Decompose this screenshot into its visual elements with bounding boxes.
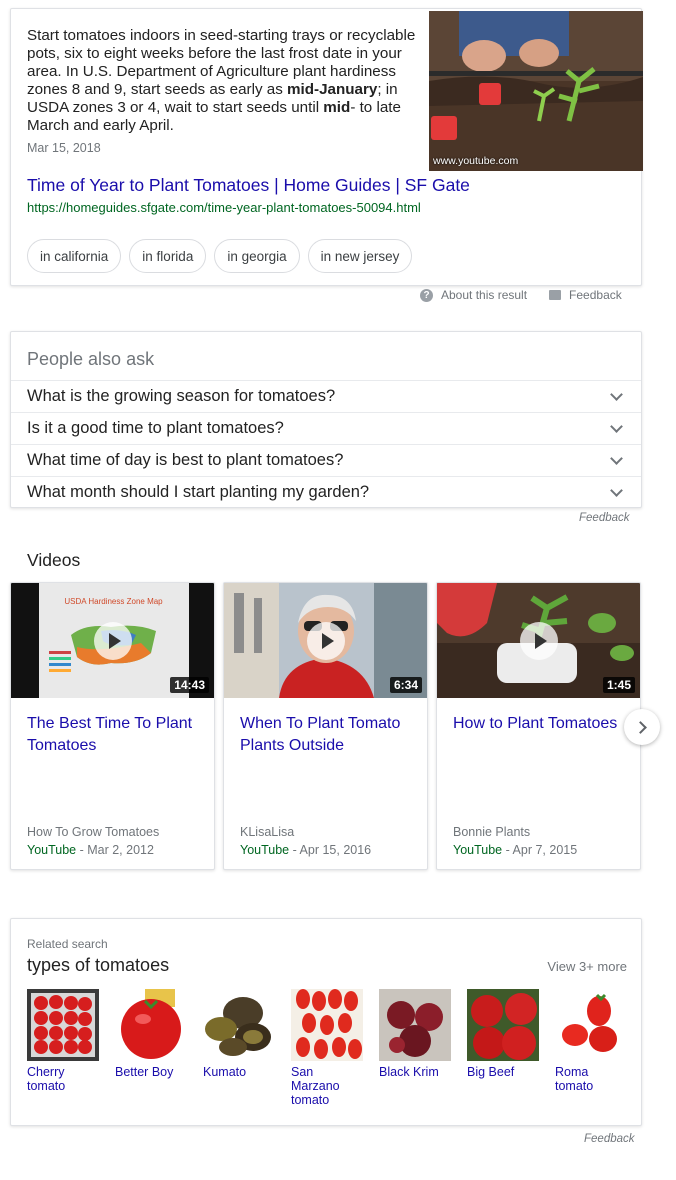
video-duration: 6:34 — [389, 677, 422, 693]
feedback-label: Feedback — [569, 288, 622, 302]
snippet-text: Start tomatoes indoors in seed-starting … — [27, 27, 417, 135]
video-meta: YouTube - Apr 7, 2015 — [453, 843, 577, 857]
videos-heading: Videos — [27, 550, 81, 570]
video-thumbnail: 1:45 — [437, 583, 640, 698]
related-item-name: Kumato — [203, 1065, 247, 1079]
related-item[interactable]: Better Boy — [115, 989, 187, 1107]
related-search: Related search types of tomatoes View 3+… — [10, 918, 642, 1126]
related-item-name: San Marzano tomato — [291, 1065, 340, 1107]
video-source: YouTube — [453, 843, 503, 857]
video-source: YouTube — [27, 843, 77, 857]
paa-question-text: What month should I start planting my ga… — [27, 483, 370, 501]
big-beef-image — [467, 989, 539, 1061]
video-meta: YouTube - Mar 2, 2012 — [27, 843, 154, 857]
view-more-link[interactable]: View 3+ more — [547, 959, 627, 974]
chevron-down-icon — [610, 451, 623, 465]
featured-snippet: Start tomatoes indoors in seed-starting … — [10, 8, 643, 286]
related-feedback-link[interactable]: Feedback — [584, 1133, 635, 1145]
san-marzano-image — [291, 989, 363, 1061]
carousel-next-button[interactable] — [624, 709, 660, 745]
video-card[interactable]: 6:34 When To Plant Tomato Plants Outside… — [223, 582, 428, 870]
roma-tomato-image — [555, 989, 627, 1061]
people-also-ask: People also ask What is the growing seas… — [10, 331, 642, 508]
related-item[interactable]: Roma tomato — [555, 989, 627, 1107]
video-card[interactable]: 1:45 How to Plant Tomatoes Bonnie Plants… — [436, 582, 641, 870]
cherry-tomato-image — [27, 989, 99, 1061]
paa-question-text: What is the growing season for tomatoes? — [27, 387, 336, 405]
paa-question[interactable]: What is the growing season for tomatoes? — [11, 380, 641, 412]
video-source: YouTube — [240, 843, 290, 857]
chip-california[interactable]: in california — [27, 239, 122, 273]
chip-new-jersey[interactable]: in new jersey — [307, 239, 413, 273]
related-item-name: Roma tomato — [555, 1065, 594, 1093]
related-items: Cherry tomato Better Boy Kumato San Marz… — [27, 989, 627, 1107]
paa-question[interactable]: What month should I start planting my ga… — [11, 476, 641, 508]
about-result-label: About this result — [441, 288, 528, 302]
related-item-name: Black Krim — [379, 1065, 439, 1079]
help-icon: ? — [420, 288, 433, 302]
kumato-image — [203, 989, 275, 1061]
video-title[interactable]: How to Plant Tomatoes — [453, 713, 633, 735]
video-duration: 1:45 — [602, 677, 635, 693]
black-krim-image — [379, 989, 451, 1061]
video-card[interactable]: USDA Hardiness Zone Map 14:43 The Best T… — [10, 582, 215, 870]
paa-feedback-link[interactable]: Feedback — [579, 512, 630, 524]
feedback-icon — [549, 290, 562, 300]
related-item-name: Better Boy — [115, 1065, 174, 1079]
chip-georgia[interactable]: in georgia — [214, 239, 300, 273]
refinement-chips: in california in florida in georgia in n… — [27, 239, 413, 273]
paa-question-text: Is it a good time to plant tomatoes? — [27, 419, 284, 437]
paa-title: People also ask — [27, 349, 155, 369]
video-channel: KLisaLisa — [240, 825, 295, 839]
related-item[interactable]: San Marzano tomato — [291, 989, 363, 1107]
related-search-label: Related search — [27, 937, 108, 951]
play-icon — [519, 621, 558, 660]
video-title[interactable]: When To Plant Tomato Plants Outside — [240, 713, 420, 757]
video-duration: 14:43 — [170, 677, 209, 693]
better-boy-image — [115, 989, 187, 1061]
related-item[interactable]: Black Krim — [379, 989, 451, 1107]
chevron-down-icon — [610, 387, 623, 401]
video-channel: Bonnie Plants — [453, 825, 531, 839]
related-item-name: Big Beef — [467, 1065, 515, 1079]
snippet-text-bold: mid-January — [287, 81, 378, 98]
result-actions: ? About this result Feedback — [420, 288, 622, 302]
feedback-button[interactable]: Feedback — [549, 288, 622, 302]
related-item[interactable]: Kumato — [203, 989, 275, 1107]
play-icon — [306, 621, 345, 660]
chevron-down-icon — [610, 483, 623, 497]
video-meta: YouTube - Apr 15, 2016 — [240, 843, 371, 857]
paa-list: What is the growing season for tomatoes?… — [11, 380, 641, 508]
video-date: - Apr 15, 2016 — [289, 843, 372, 857]
snippet-title-link[interactable]: Time of Year to Plant Tomatoes | Home Gu… — [27, 175, 470, 196]
video-channel: How To Grow Tomatoes — [27, 825, 160, 839]
garden-planting-image — [429, 11, 643, 171]
related-item[interactable]: Big Beef — [467, 989, 539, 1107]
video-thumbnail: USDA Hardiness Zone Map 14:43 — [11, 583, 214, 698]
video-thumbnail: 6:34 — [224, 583, 427, 698]
snippet-thumbnail[interactable]: www.youtube.com — [429, 11, 643, 171]
play-icon — [93, 621, 132, 660]
thumbnail-source: www.youtube.com — [433, 155, 519, 167]
video-date: - Mar 2, 2012 — [76, 843, 154, 857]
paa-question-text: What time of day is best to plant tomato… — [27, 451, 344, 469]
about-result-button[interactable]: ? About this result — [420, 288, 527, 302]
chip-florida[interactable]: in florida — [129, 239, 207, 273]
paa-question[interactable]: What time of day is best to plant tomato… — [11, 444, 641, 476]
paa-question[interactable]: Is it a good time to plant tomatoes? — [11, 412, 641, 444]
related-item[interactable]: Cherry tomato — [27, 989, 99, 1107]
related-search-title[interactable]: types of tomatoes — [27, 955, 169, 976]
related-item-name: Cherry tomato — [27, 1065, 66, 1093]
video-date: - Apr 7, 2015 — [502, 843, 578, 857]
video-title[interactable]: The Best Time To Plant Tomatoes — [27, 713, 207, 757]
snippet-text-bold: mid — [323, 99, 351, 116]
thumbnail-caption: USDA Hardiness Zone Map — [64, 597, 163, 606]
snippet-url: https://homeguides.sfgate.com/time-year-… — [27, 200, 421, 215]
chevron-down-icon — [610, 419, 623, 433]
snippet-date: Mar 15, 2018 — [27, 141, 101, 155]
